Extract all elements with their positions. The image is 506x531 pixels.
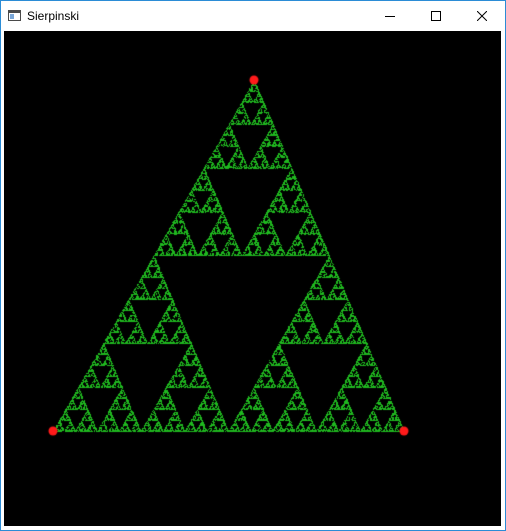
- window-app-icon: [8, 10, 21, 21]
- minimize-button[interactable]: [367, 1, 413, 31]
- drawing-canvas-area[interactable]: [4, 31, 501, 526]
- close-button[interactable]: [459, 1, 505, 31]
- title-bar[interactable]: Sierpinski: [1, 1, 505, 31]
- app-window: Sierpinski: [0, 0, 506, 531]
- window-title: Sierpinski: [27, 9, 80, 23]
- minimize-icon: [385, 16, 395, 17]
- close-icon: [477, 11, 487, 21]
- maximize-icon: [431, 11, 441, 21]
- sierpinski-canvas[interactable]: [4, 31, 501, 526]
- maximize-button[interactable]: [413, 1, 459, 31]
